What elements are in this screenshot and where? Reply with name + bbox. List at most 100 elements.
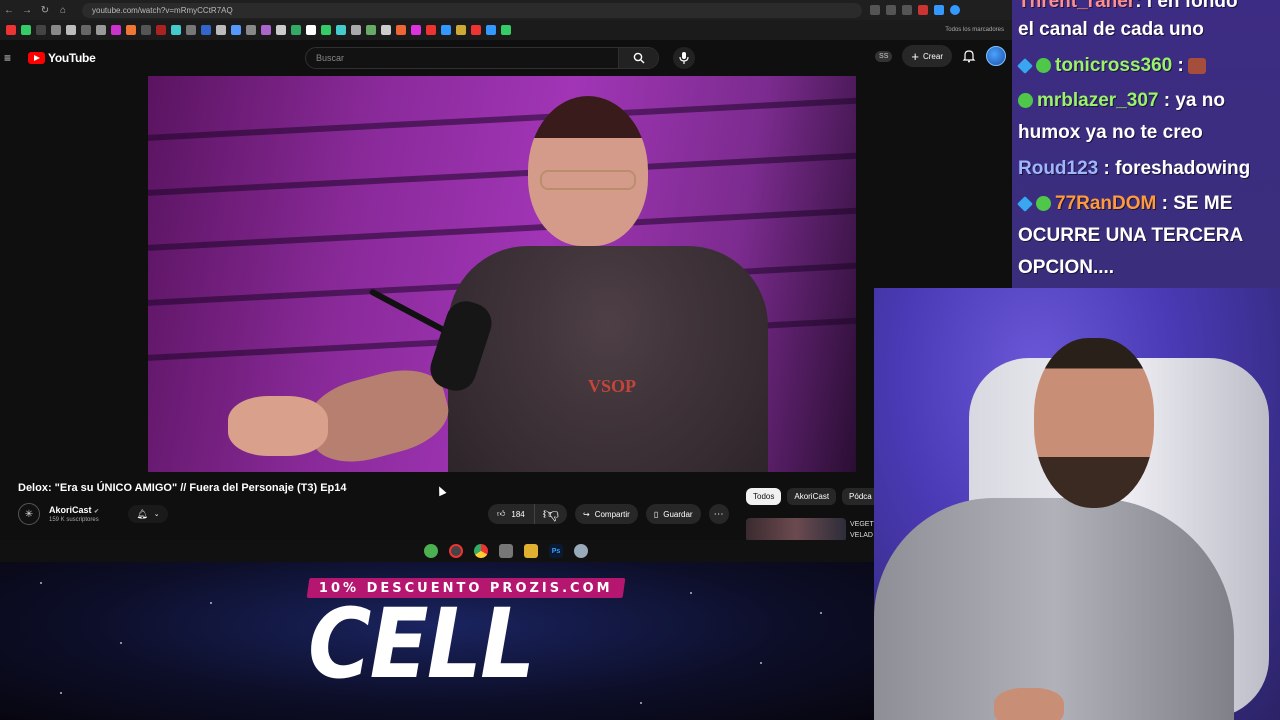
app-icon[interactable] [449,544,463,558]
bookmark-icon[interactable] [156,25,166,35]
bookmark-icon[interactable] [276,25,286,35]
save-button[interactable]: ▯ Guardar [645,504,701,524]
bookmark-icon[interactable] [291,25,301,35]
more-actions-button[interactable]: ⋯ [708,504,729,524]
search-button[interactable] [618,48,658,68]
back-icon[interactable]: ← [0,1,18,19]
bookmark-icon[interactable] [201,25,211,35]
bookmark-icon[interactable] [186,25,196,35]
streamer-hand [994,688,1064,720]
zoom-icon[interactable] [886,5,896,15]
forward-icon[interactable]: → [18,1,36,19]
search-input[interactable] [306,53,618,63]
bookmark-icon[interactable] [471,25,481,35]
video-actions: 👍︎ 184 👎︎ ↪ Compartir ▯ Guardar ⋯ [488,504,729,524]
recommended-video-title[interactable]: VEGET VELAD [850,519,874,541]
like-dislike-group: 👍︎ 184 👎︎ [488,504,567,524]
notifications-bell-icon[interactable] [962,49,976,63]
bookmark-star-icon[interactable] [902,5,912,15]
bookmark-icon[interactable] [231,25,241,35]
app-icon[interactable] [574,544,588,558]
video-player[interactable]: VSOP [148,76,856,472]
stream-chat-overlay: Thrent_raner: l en fondo el canal de cad… [1012,0,1280,288]
bookmark-icon[interactable] [66,25,76,35]
bookmark-icon[interactable] [246,25,256,35]
extension-icon[interactable] [934,5,944,15]
bookmark-icon[interactable] [411,25,421,35]
chat-message: mrblazer_307 : ya no [1018,85,1225,117]
account-avatar[interactable] [986,46,1006,66]
bookmark-icon[interactable] [6,25,16,35]
streamer-hoodie [874,498,1234,720]
all-bookmarks-folder[interactable]: Todos los marcadores [945,27,1004,33]
create-button[interactable]: + Crear [902,45,952,67]
bookmark-icon[interactable] [126,25,136,35]
star [120,642,122,644]
chip-akoricast[interactable]: AkoriCast [787,488,837,505]
bookmark-icon[interactable] [381,25,391,35]
bell-icon: 🔔︎ [136,508,148,519]
product-logo: CELL [308,588,535,700]
bookmark-icon[interactable] [96,25,106,35]
bookmark-icon[interactable] [261,25,271,35]
bookmark-icon[interactable] [456,25,466,35]
app-icon[interactable] [499,544,513,558]
youtube-logo[interactable]: YouTube [28,51,96,65]
share-button[interactable]: ↪ Compartir [574,504,638,524]
chat-message: OPCION.... [1018,257,1115,278]
voice-search-button[interactable] [673,47,695,69]
streamer-head [1034,338,1154,508]
bookmark-icon[interactable] [426,25,436,35]
home-icon[interactable]: ⌂ [54,1,72,19]
channel-avatar[interactable]: ✳ [18,503,40,525]
channel-name[interactable]: AkoriCast [49,505,92,515]
mouse-cursor-icon [435,484,447,497]
streamer-webcam [874,288,1280,720]
dislike-button[interactable]: 👎︎ [535,504,567,524]
subscription-bell-button[interactable]: 🔔︎ ⌄ [128,505,168,523]
url-field[interactable]: youtube.com/watch?v=mRmyCCtR7AQ [82,2,862,18]
bookmark-icon[interactable] [321,25,331,35]
bookmark-icon[interactable] [36,25,46,35]
bookmark-icon[interactable] [441,25,451,35]
extension-badge[interactable]: SS [875,50,893,62]
bookmark-icon[interactable] [336,25,346,35]
subscriber-badge-icon [1036,196,1051,212]
extension-icon[interactable] [870,5,880,15]
like-button[interactable]: 👍︎ 184 [488,504,535,524]
bookmark-icon[interactable] [21,25,31,35]
channel-info[interactable]: ✳ AkoriCast ✔ 159 K suscriptores [18,503,99,525]
photoshop-icon[interactable]: Ps [549,544,563,558]
chip-todos[interactable]: Todos [746,488,782,505]
bookmark-icon[interactable] [216,25,226,35]
bookmark-icon[interactable] [141,25,151,35]
bookmark-icon[interactable] [171,25,181,35]
extension-icon[interactable] [918,5,928,15]
bookmark-icon[interactable] [306,25,316,35]
share-icon: ↪ [582,509,590,519]
star [760,662,762,664]
microphone-icon [679,52,689,64]
recommended-video-thumbnail[interactable] [746,518,846,542]
bookmark-icon[interactable] [501,25,511,35]
bookmark-icon[interactable] [111,25,121,35]
app-icon[interactable] [424,544,438,558]
star [60,692,62,694]
star [690,592,692,594]
bookmark-icon[interactable] [351,25,361,35]
bookmark-icon[interactable] [81,25,91,35]
bookmark-icon[interactable] [366,25,376,35]
folder-icon[interactable] [524,544,538,558]
browser-window: ← → ↻ ⌂ youtube.com/watch?v=mRmyCCtR7AQ [0,0,1012,562]
bookmark-icon[interactable] [396,25,406,35]
star [40,582,42,584]
profile-icon[interactable] [950,5,960,15]
bookmark-icon[interactable] [486,25,496,35]
subscriber-count: 159 K suscriptores [49,517,99,523]
search-box [305,47,659,69]
bookmark-icon[interactable] [51,25,61,35]
menu-icon[interactable]: ≡ [4,51,20,65]
chrome-icon[interactable] [474,544,488,558]
reload-icon[interactable]: ↻ [36,1,54,19]
more-horizontal-icon: ⋯ [713,508,724,520]
